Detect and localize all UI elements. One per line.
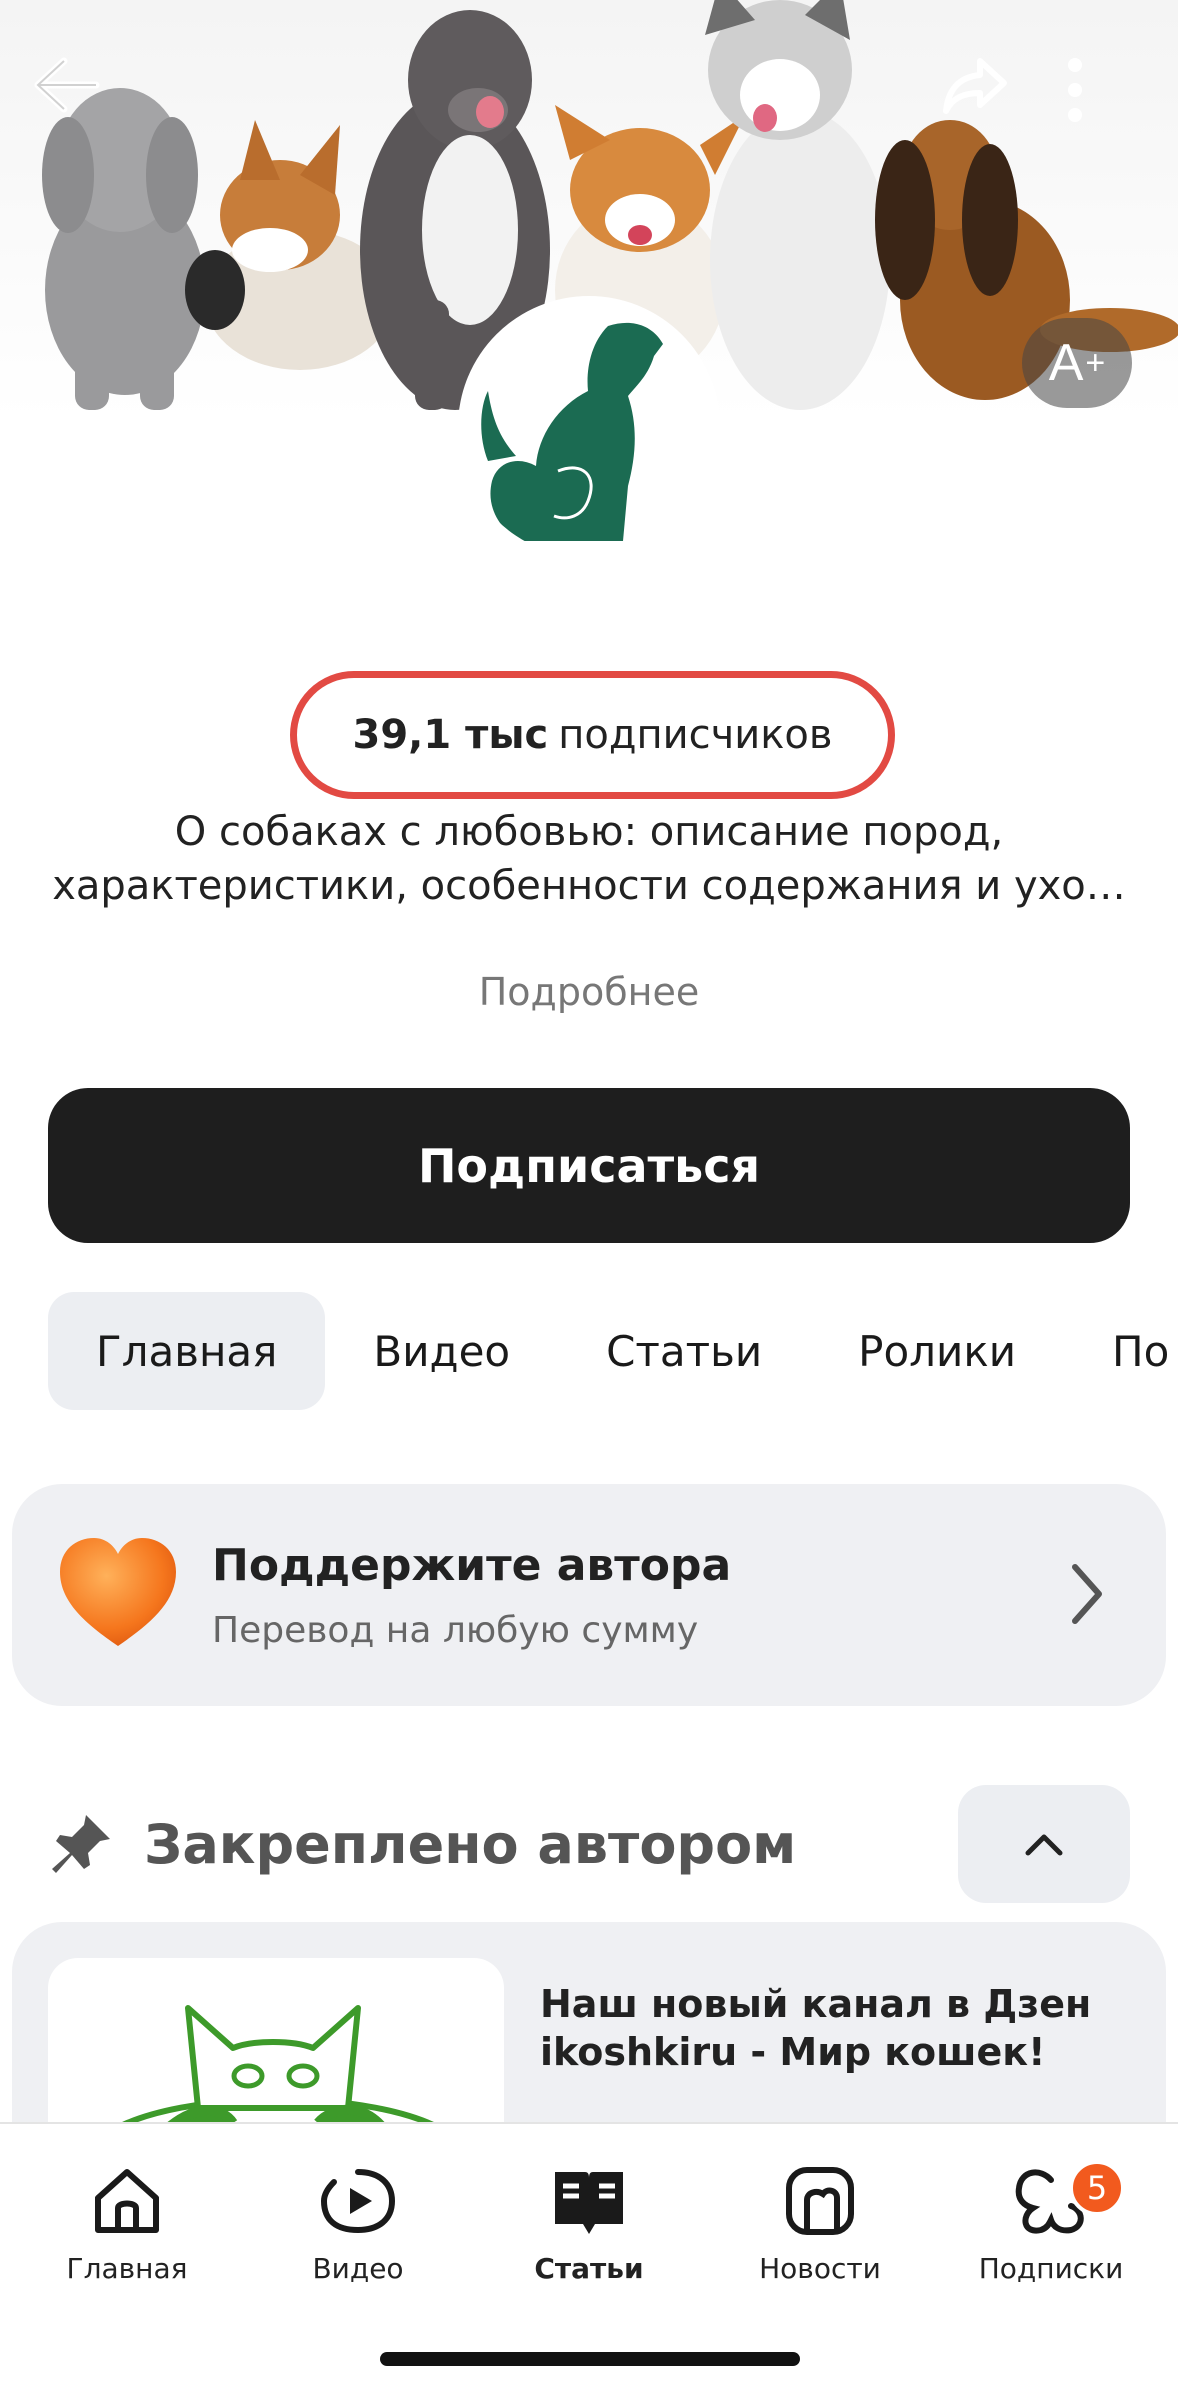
nav-news-label: Новости: [759, 2252, 881, 2285]
video-play-icon: [320, 2169, 396, 2234]
more-menu-button[interactable]: [1063, 55, 1153, 145]
tab-more-cut[interactable]: По: [1064, 1292, 1178, 1410]
nav-subscriptions-label: Подписки: [978, 2252, 1124, 2285]
tab-shorts[interactable]: Ролики: [810, 1292, 1064, 1410]
pinned-article-card[interactable]: Наш новый канал в Дзен ikoshkiru - Мир к…: [12, 1922, 1166, 2122]
collapse-pinned-button[interactable]: [958, 1785, 1130, 1903]
articles-icon: [555, 2172, 623, 2234]
tab-video[interactable]: Видео: [325, 1292, 558, 1410]
heart-icon: [60, 1538, 176, 1646]
support-subtitle: Перевод на любую сумму: [212, 1610, 699, 1651]
nav-news[interactable]: Новости: [720, 2156, 920, 2285]
cat-logo-icon: [122, 2005, 434, 2122]
tab-main[interactable]: Главная: [48, 1292, 326, 1410]
chevron-up-icon: [1025, 1834, 1063, 1856]
nav-video[interactable]: Видео: [258, 2156, 458, 2285]
font-size-button[interactable]: A +: [1022, 318, 1132, 408]
share-button[interactable]: [940, 55, 1030, 145]
pinned-label: Закреплено автором: [144, 1813, 797, 1876]
pin-icon: [52, 1815, 110, 1873]
subscribe-button[interactable]: Подписаться: [48, 1088, 1130, 1243]
chevron-right-icon: [1072, 1564, 1102, 1624]
subscribers-count: 39,1 тыс подписчиков: [290, 671, 895, 799]
article-thumbnail: [48, 1958, 504, 2122]
more-link[interactable]: Подробнее: [0, 970, 1178, 1014]
subscribers-label: подписчиков: [558, 712, 833, 758]
tab-articles[interactable]: Статьи: [558, 1292, 810, 1410]
arrow-left-icon: [34, 57, 100, 113]
font-size-letter: A: [1048, 334, 1084, 392]
channel-avatar[interactable]: [458, 296, 720, 558]
nav-home-label: Главная: [66, 2252, 188, 2285]
subscribers-number: 39,1 тыс: [352, 712, 549, 758]
article-title: Наш новый канал в Дзен ikoshkiru - Мир к…: [540, 1982, 1092, 2074]
bottom-navigation: Главная Видео Статьи Новости 5 Подписки: [0, 2122, 1178, 2393]
nav-subscriptions[interactable]: 5 Подписки: [951, 2156, 1151, 2285]
subscriptions-badge: 5: [1069, 2160, 1125, 2216]
nav-video-label: Видео: [312, 2252, 404, 2285]
nav-articles-label: Статьи: [534, 2252, 644, 2285]
home-icon: [95, 2169, 159, 2233]
home-indicator[interactable]: [380, 2352, 800, 2366]
news-icon: [786, 2167, 854, 2235]
channel-description: О собаках с любовью: описание пород, хар…: [52, 809, 1126, 909]
pinned-section-header: Закреплено автором: [48, 1785, 1130, 1903]
vertical-dots-icon: [1068, 58, 1082, 122]
nav-articles[interactable]: Статьи: [489, 2156, 689, 2285]
nav-home[interactable]: Главная: [27, 2156, 227, 2285]
support-author-card[interactable]: Поддержите автора Перевод на любую сумму: [12, 1484, 1166, 1706]
channel-tabs: Главная Видео Статьи Ролики По: [48, 1292, 1178, 1410]
back-button[interactable]: [30, 55, 120, 145]
share-arrow-icon: [943, 58, 1007, 114]
support-title: Поддержите автора: [212, 1540, 732, 1591]
dog-husky: [705, 0, 890, 410]
font-size-plus: +: [1085, 343, 1106, 382]
dog-silhouette-logo-icon: [481, 322, 663, 541]
